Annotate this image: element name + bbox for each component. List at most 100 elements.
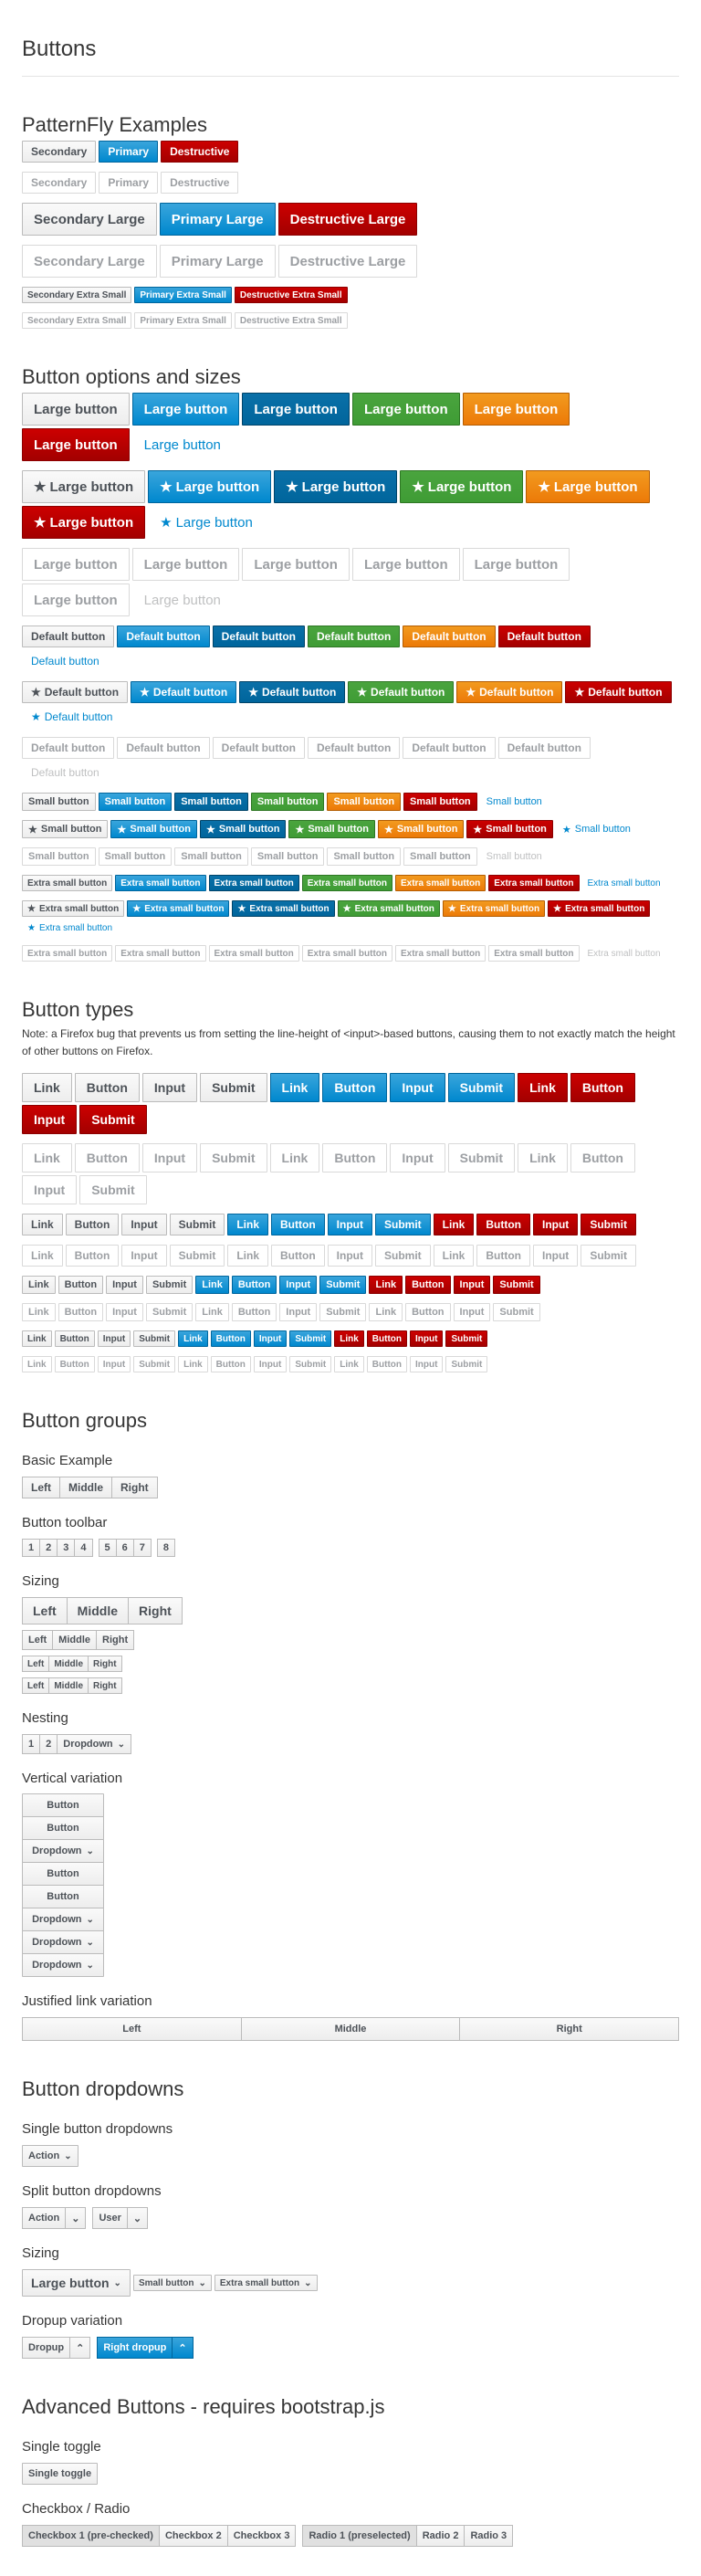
vertical-button[interactable]: Button <box>22 1816 104 1840</box>
type-submit-default[interactable]: Submit <box>169 1214 225 1235</box>
small-link-star-button[interactable]: ★ Small button <box>556 820 637 838</box>
small-success-star-button[interactable]: ★ Small button <box>288 820 375 838</box>
type-submit-default[interactable]: Submit <box>133 1330 176 1347</box>
right-dropup-button[interactable]: Right dropup <box>97 2337 173 2359</box>
small-success-button[interactable]: Small button <box>250 793 325 811</box>
type-submit-primary[interactable]: Submit <box>447 1073 516 1102</box>
justified-left-link[interactable]: Left <box>22 2017 242 2041</box>
radio-2-button[interactable]: Radio 2 <box>415 2525 466 2547</box>
radio-3-button[interactable]: Radio 3 <box>464 2525 514 2547</box>
xs-link-star-button[interactable]: ★ Extra small button <box>22 920 118 936</box>
large-primary-star-button[interactable]: ★ Large button <box>148 470 272 503</box>
nested-2-button[interactable]: 2 <box>39 1734 58 1754</box>
action-toggle[interactable]: ⌄ <box>65 2207 87 2229</box>
type-link-primary[interactable]: Link <box>195 1276 229 1294</box>
page-7-button[interactable]: 7 <box>132 1539 152 1557</box>
xs-info-star-button[interactable]: ★ Extra small button <box>232 900 335 917</box>
default-default-button[interactable]: Default button <box>22 626 115 647</box>
xs-link-button[interactable]: Extra small button <box>582 875 666 891</box>
large-dropdown-button[interactable]: Large button ⌄ <box>22 2269 131 2297</box>
secondary-xs-button[interactable]: Secondary Extra Small <box>22 287 132 303</box>
type-input-default[interactable]: Input <box>106 1276 143 1294</box>
left-button[interactable]: Left <box>22 1477 60 1498</box>
type-input-primary[interactable]: Input <box>279 1276 318 1294</box>
xs-success-star-button[interactable]: ★ Extra small button <box>337 900 440 917</box>
type-submit-danger[interactable]: Submit <box>445 1330 488 1347</box>
type-submit-default[interactable]: Submit <box>200 1073 267 1102</box>
user-toggle[interactable]: ⌄ <box>126 2207 149 2229</box>
type-button-primary[interactable]: Button <box>210 1330 251 1347</box>
type-input-primary[interactable]: Input <box>253 1330 288 1347</box>
type-button-danger[interactable]: Button <box>476 1214 530 1235</box>
default-danger-button[interactable]: Default button <box>497 626 591 647</box>
xs-warning-star-button[interactable]: ★ Extra small button <box>442 900 546 917</box>
default-primary-star-button[interactable]: ★ Default button <box>131 681 237 703</box>
justified-right-link[interactable]: Right <box>459 2017 680 2041</box>
xs-warning-button[interactable]: Extra small button <box>395 875 487 891</box>
vertical-dropdown-button[interactable]: Dropdown ⌄ <box>22 1930 104 1954</box>
right-button[interactable]: Right <box>88 1656 122 1672</box>
type-input-danger[interactable]: Input <box>410 1330 444 1347</box>
default-success-star-button[interactable]: ★ Default button <box>348 681 455 703</box>
small-info-button[interactable]: Small button <box>174 793 248 811</box>
type-submit-primary[interactable]: Submit <box>289 1330 332 1347</box>
type-button-danger[interactable]: Button <box>570 1073 635 1102</box>
page-1-button[interactable]: 1 <box>22 1539 41 1557</box>
right-button[interactable]: Right <box>128 1597 183 1624</box>
user-button[interactable]: User <box>92 2207 128 2229</box>
small-danger-button[interactable]: Small button <box>403 793 477 811</box>
nested-1-button[interactable]: 1 <box>22 1734 41 1754</box>
type-input-primary[interactable]: Input <box>327 1214 372 1235</box>
large-danger-star-button[interactable]: ★ Large button <box>22 506 146 539</box>
primary-button[interactable]: Primary <box>99 141 159 163</box>
dropup-toggle[interactable]: ⌃ <box>69 2337 91 2359</box>
justified-middle-link[interactable]: Middle <box>240 2017 461 2041</box>
vertical-dropdown-button[interactable]: Dropdown ⌄ <box>22 1953 104 1977</box>
type-button-primary[interactable]: Button <box>322 1073 388 1102</box>
small-default-star-button[interactable]: ★ Small button <box>22 820 109 838</box>
xs-info-button[interactable]: Extra small button <box>208 875 299 891</box>
xs-dropdown-button[interactable]: Extra small button ⌄ <box>214 2275 318 2291</box>
type-button-default[interactable]: Button <box>54 1330 95 1347</box>
type-link-danger[interactable]: Link <box>334 1330 364 1347</box>
type-link-primary[interactable]: Link <box>227 1214 268 1235</box>
secondary-large-button[interactable]: Secondary Large <box>22 203 157 236</box>
default-primary-button[interactable]: Default button <box>117 626 210 647</box>
type-input-danger[interactable]: Input <box>453 1276 491 1294</box>
small-warning-star-button[interactable]: ★ Small button <box>377 820 465 838</box>
primary-xs-button[interactable]: Primary Extra Small <box>134 287 232 303</box>
dropup-button[interactable]: Dropup <box>22 2337 71 2359</box>
right-button[interactable]: Right <box>88 1677 122 1694</box>
destructive-xs-button[interactable]: Destructive Extra Small <box>234 287 348 303</box>
vertical-dropdown-button[interactable]: Dropdown ⌄ <box>22 1839 104 1863</box>
type-input-primary[interactable]: Input <box>390 1073 445 1102</box>
default-default-star-button[interactable]: ★ Default button <box>22 681 129 703</box>
small-warning-button[interactable]: Small button <box>327 793 402 811</box>
page-4-button[interactable]: 4 <box>74 1539 93 1557</box>
right-button[interactable]: Right <box>96 1630 135 1650</box>
right-dropup-toggle[interactable]: ⌃ <box>172 2337 194 2359</box>
right-button[interactable]: Right <box>111 1477 158 1498</box>
middle-button[interactable]: Middle <box>59 1477 112 1498</box>
default-info-button[interactable]: Default button <box>212 626 305 647</box>
vertical-button[interactable]: Button <box>22 1885 104 1908</box>
type-submit-primary[interactable]: Submit <box>319 1276 367 1294</box>
type-link-default[interactable]: Link <box>22 1330 52 1347</box>
destructive-button[interactable]: Destructive <box>161 141 239 163</box>
default-info-star-button[interactable]: ★ Default button <box>239 681 346 703</box>
type-link-primary[interactable]: Link <box>269 1073 320 1102</box>
type-input-danger[interactable]: Input <box>532 1214 579 1235</box>
large-success-button[interactable]: Large button <box>351 393 460 426</box>
type-submit-default[interactable]: Submit <box>145 1276 194 1294</box>
left-button[interactable]: Left <box>22 1677 50 1694</box>
type-submit-danger[interactable]: Submit <box>493 1276 540 1294</box>
type-link-danger[interactable]: Link <box>518 1073 568 1102</box>
small-link-button[interactable]: Small button <box>480 793 549 811</box>
page-8-button[interactable]: 8 <box>156 1539 175 1557</box>
destructive-large-button[interactable]: Destructive Large <box>277 203 418 236</box>
small-danger-star-button[interactable]: ★ Small button <box>466 820 553 838</box>
type-input-default[interactable]: Input <box>141 1073 198 1102</box>
default-success-button[interactable]: Default button <box>307 626 401 647</box>
xs-success-button[interactable]: Extra small button <box>301 875 392 891</box>
type-link-default[interactable]: Link <box>22 1073 72 1102</box>
